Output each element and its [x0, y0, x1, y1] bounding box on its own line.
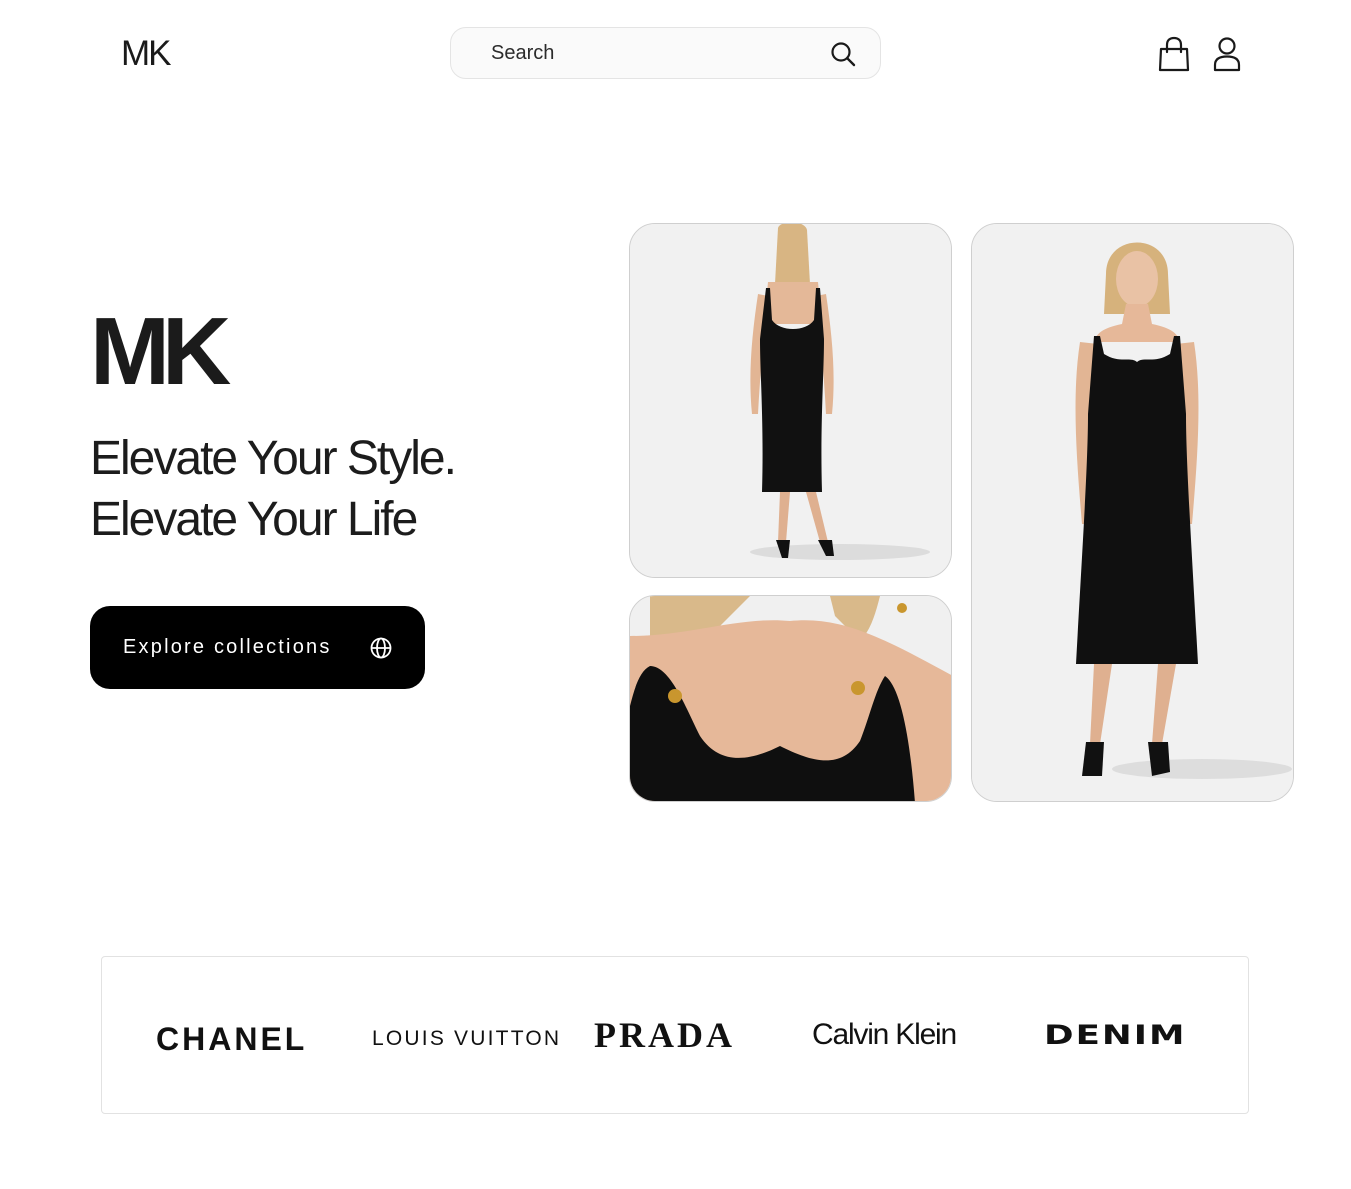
search-bar [450, 27, 881, 79]
hero-tagline-line-2: Elevate Your Life [90, 493, 418, 546]
user-icon[interactable] [1210, 36, 1244, 72]
shopping-bag-icon[interactable] [1157, 36, 1191, 72]
model-back-view-illustration [630, 224, 951, 577]
brand-logo-strip: CHANEL LOUIS VUITTON PRADA Calvin Klein … [101, 956, 1249, 1114]
model-neckline-illustration [630, 596, 951, 801]
hero-tagline-line-1: Elevate Your Style. [90, 432, 457, 485]
search-icon[interactable] [829, 40, 857, 68]
brand-logo-prada[interactable]: PRADA [594, 957, 735, 1113]
brand-logo-chanel[interactable]: CHANEL [156, 957, 307, 1117]
header-logo[interactable]: MK [121, 34, 171, 74]
hero-tagline: Elevate Your Style. Elevate Your Life [90, 428, 457, 550]
hero-brand-title: MK [90, 298, 231, 405]
brand-logo-louis-vuitton[interactable]: LOUIS VUITTON [372, 957, 561, 1117]
product-image-front-view[interactable] [971, 223, 1294, 802]
explore-collections-button[interactable]: Explore collections [90, 606, 425, 689]
product-image-neckline-detail[interactable] [629, 595, 952, 802]
search-input[interactable] [491, 28, 811, 78]
explore-collections-label: Explore collections [123, 636, 332, 658]
model-front-view-illustration [972, 224, 1293, 801]
brand-logo-calvin-klein[interactable]: Calvin Klein [812, 957, 957, 1113]
brand-logo-denim[interactable]: DENIM [1044, 957, 1186, 1113]
globe-icon [370, 637, 392, 659]
product-image-back-view[interactable] [629, 223, 952, 578]
